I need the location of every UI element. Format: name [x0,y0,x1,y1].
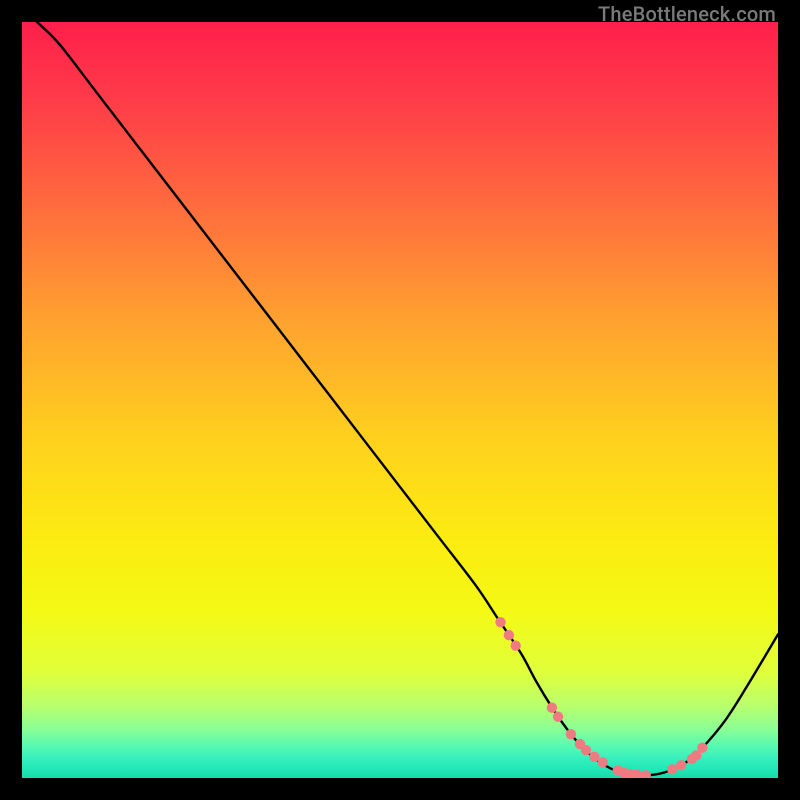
highlight-marker [676,760,686,770]
highlight-marker [697,743,707,753]
highlight-marker [566,729,576,739]
bottleneck-chart [22,22,778,778]
plot-area [22,22,778,778]
highlight-marker [495,617,505,627]
highlight-marker [553,712,563,722]
highlight-marker [581,745,591,755]
highlight-marker [547,702,557,712]
highlight-marker [667,764,677,774]
chart-frame: TheBottleneck.com [0,0,800,800]
highlight-marker [504,630,514,640]
gradient-background [22,22,778,778]
highlight-marker [597,757,607,767]
highlight-marker [510,641,520,651]
